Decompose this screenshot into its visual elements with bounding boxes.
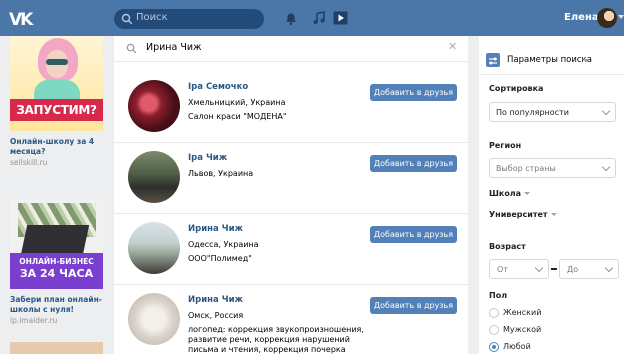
school-filter-toggle[interactable]: Школа <box>489 189 531 198</box>
result-name[interactable]: Ирина Чиж <box>188 295 243 305</box>
ad-title-2[interactable]: Забери план онлайн-школы с нуля! <box>10 295 106 315</box>
add-friend-button[interactable]: Добавить в друзья <box>370 297 457 314</box>
chevron-down-icon <box>524 192 531 195</box>
result-name[interactable]: Іра Семочко <box>188 82 248 92</box>
header-search-placeholder: Поиск <box>136 12 168 23</box>
chevron-down-icon <box>601 106 611 116</box>
result-name[interactable]: Ирина Чиж <box>188 224 243 234</box>
add-friend-button[interactable]: Добавить в друзья <box>370 84 457 101</box>
search-query[interactable]: Ирина Чиж <box>146 42 202 53</box>
result-info: логопед: коррекция звукопроизношения, <box>188 325 364 334</box>
ad-domain-2[interactable]: lp.imaider.ru <box>10 316 57 325</box>
filters-title: Параметры поиска <box>507 55 592 65</box>
ad-banner-text-1: ЗАПУСТИМ? <box>10 99 103 121</box>
header-search[interactable]: Поиск <box>114 9 264 29</box>
age-from-select[interactable]: От <box>489 259 549 279</box>
result-item: Іра Семочко Хмельницкий, Украина Салон к… <box>114 72 468 143</box>
sort-select[interactable]: По популярности <box>489 102 616 122</box>
age-range-dash <box>551 268 557 270</box>
filters-header[interactable]: Параметры поиска <box>479 48 624 75</box>
result-location: Омск, Россия <box>188 311 244 320</box>
result-item: Ирина Чиж Омск, Россия логопед: коррекци… <box>114 285 468 354</box>
result-location: Одесса, Украина <box>188 240 259 249</box>
filter-settings-icon <box>486 53 500 67</box>
result-avatar[interactable] <box>128 80 180 132</box>
age-label: Возраст <box>489 242 526 251</box>
search-results-panel: Ирина Чиж ✕ Іра Семочко Хмельницкий, Укр… <box>114 36 468 354</box>
ad-image-1[interactable]: ЗАПУСТИМ? <box>10 36 103 131</box>
gender-option-label: Мужской <box>503 325 542 334</box>
ads-column: ЗАПУСТИМ? Онлайн-школу за 4 месяца? sell… <box>0 36 110 354</box>
ad-banner-text-2: ОНЛАЙН-БИЗНЕС ЗА 24 ЧАСА <box>10 253 103 289</box>
chevron-down-icon <box>604 263 614 273</box>
notifications-bell-icon[interactable] <box>284 12 298 26</box>
age-to-value: До <box>567 265 579 274</box>
result-location: Львов, Украина <box>188 169 254 178</box>
profile-menu-caret-icon[interactable] <box>618 15 624 19</box>
chevron-down-icon <box>550 213 557 216</box>
result-info: Салон краси "МОДЕНА" <box>188 112 287 121</box>
ad-domain-1[interactable]: sellskill.ru <box>10 158 47 167</box>
search-icon <box>126 43 137 54</box>
result-avatar[interactable] <box>128 222 180 274</box>
music-icon[interactable] <box>312 11 326 25</box>
university-label: Университет <box>489 210 548 219</box>
sort-label: Сортировка <box>489 84 544 93</box>
radio-circle[interactable] <box>489 308 499 318</box>
radio-circle[interactable] <box>489 325 499 335</box>
people-search-bar[interactable]: Ирина Чиж ✕ <box>114 36 468 62</box>
search-filters-panel: Параметры поиска Сортировка По популярно… <box>479 36 624 354</box>
ad-banner-line-2: ЗА 24 ЧАСА <box>19 267 94 280</box>
chevron-down-icon <box>583 59 589 62</box>
user-avatar[interactable] <box>597 8 617 28</box>
ad-image-3[interactable] <box>10 342 103 354</box>
top-bar: VK Поиск Елена <box>0 0 624 36</box>
result-info: письма и чтения, коррекция почерка <box>188 345 346 354</box>
gender-option-label: Женский <box>503 308 542 317</box>
result-info: развитие речи, коррекция нарушений <box>188 335 350 344</box>
gender-label: Пол <box>489 291 508 300</box>
university-filter-toggle[interactable]: Университет <box>489 210 557 219</box>
region-select[interactable]: Выбор страны <box>489 158 616 178</box>
age-to-select[interactable]: До <box>559 259 619 279</box>
search-icon <box>121 13 133 25</box>
result-location: Хмельницкий, Украина <box>188 98 286 107</box>
result-avatar[interactable] <box>128 151 180 203</box>
ad-image-2[interactable]: ОНЛАЙН-БИЗНЕС ЗА 24 ЧАСА <box>10 199 103 289</box>
video-play-icon[interactable] <box>333 11 348 25</box>
radio-circle-selected[interactable] <box>489 342 499 352</box>
age-from-value: От <box>497 265 508 274</box>
chevron-down-icon <box>601 162 611 172</box>
ad-banner-line-1: ОНЛАЙН-БИЗНЕС <box>19 257 94 266</box>
add-friend-button[interactable]: Добавить в друзья <box>370 226 457 243</box>
vk-logo[interactable]: VK <box>9 10 33 30</box>
result-info: ООО"Полимед" <box>188 254 252 263</box>
clear-search-icon[interactable]: ✕ <box>448 40 457 53</box>
add-friend-button[interactable]: Добавить в друзья <box>370 155 457 172</box>
gender-option-label: Любой <box>503 342 531 351</box>
sort-value: По популярности <box>496 108 569 117</box>
chevron-down-icon <box>534 263 544 273</box>
result-item: Ирина Чиж Одесса, Украина ООО"Полимед" Д… <box>114 214 468 285</box>
ad-title-1[interactable]: Онлайн-школу за 4 месяца? <box>10 137 106 157</box>
result-item: Іра Чиж Львов, Украина Добавить в друзья <box>114 143 468 214</box>
region-placeholder: Выбор страны <box>496 164 556 173</box>
user-name[interactable]: Елена <box>564 12 599 23</box>
result-name[interactable]: Іра Чиж <box>188 153 227 163</box>
region-label: Регион <box>489 141 522 150</box>
school-label: Школа <box>489 189 522 198</box>
result-avatar[interactable] <box>128 293 180 345</box>
